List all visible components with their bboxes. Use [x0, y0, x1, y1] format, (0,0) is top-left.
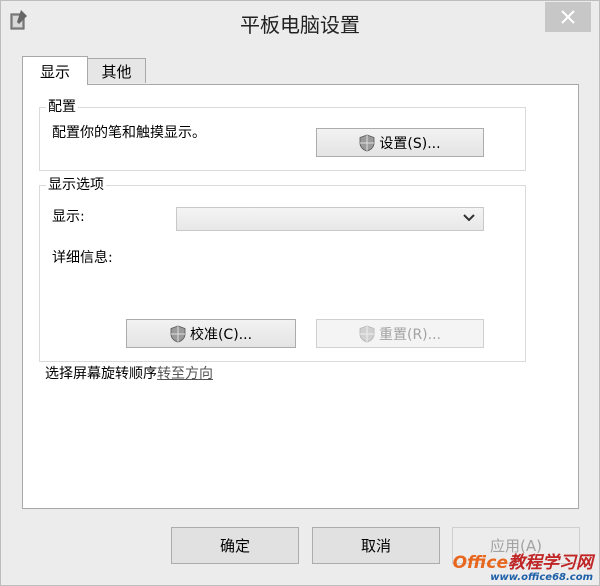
setup-button-label: 设置(S)... [379, 135, 441, 152]
reset-button-label: 重置(R)... [378, 326, 441, 343]
cancel-button[interactable]: 取消 [312, 527, 440, 564]
tablet-settings-window: 平板电脑设置 显示 其他 配置 配置你的笔和触摸显示。 设置(S)... 显示选… [0, 0, 600, 586]
display-label: 显示: [52, 209, 85, 225]
watermark-url: www.office68.com [490, 572, 593, 583]
title-bar: 平板电脑设置 [1, 1, 599, 41]
close-icon [561, 10, 575, 24]
rotation-row: 选择屏幕旋转顺序转至方向 [45, 365, 213, 383]
site-watermark: Office教程学习网 www.office68.com [453, 554, 593, 583]
display-options-legend: 显示选项 [46, 176, 106, 194]
setup-button[interactable]: 设置(S)... [316, 128, 484, 157]
watermark-brand-cn: 教程学习网 [508, 553, 593, 573]
rotation-text: 选择屏幕旋转顺序 [45, 366, 157, 382]
uac-shield-icon [359, 325, 375, 342]
chevron-down-icon [463, 214, 475, 222]
config-group: 配置 配置你的笔和触摸显示。 设置(S)... [39, 98, 526, 171]
close-button[interactable] [545, 2, 591, 32]
reset-button[interactable]: 重置(R)... [316, 319, 484, 348]
tab-other[interactable]: 其他 [87, 58, 146, 83]
go-to-orientation-link[interactable]: 转至方向 [157, 366, 213, 382]
calibrate-button[interactable]: 校准(C)... [126, 319, 296, 348]
ok-button[interactable]: 确定 [171, 527, 299, 564]
calibrate-button-label: 校准(C)... [189, 326, 253, 343]
display-options-group: 显示选项 显示: 详细信息: 校准(C)... 重置(R)... [39, 176, 526, 362]
details-label: 详细信息: [52, 250, 113, 266]
watermark-brand: Office [452, 553, 508, 573]
tab-display[interactable]: 显示 [22, 56, 88, 85]
uac-shield-icon [360, 134, 375, 151]
tab-panel-display: 配置 配置你的笔和触摸显示。 设置(S)... 显示选项 显示: 详细信息: 校… [22, 84, 579, 509]
config-group-legend: 配置 [46, 98, 78, 116]
uac-shield-icon [170, 325, 186, 342]
display-select[interactable] [176, 207, 484, 231]
config-description: 配置你的笔和触摸显示。 [52, 125, 206, 141]
window-title: 平板电脑设置 [240, 13, 360, 37]
